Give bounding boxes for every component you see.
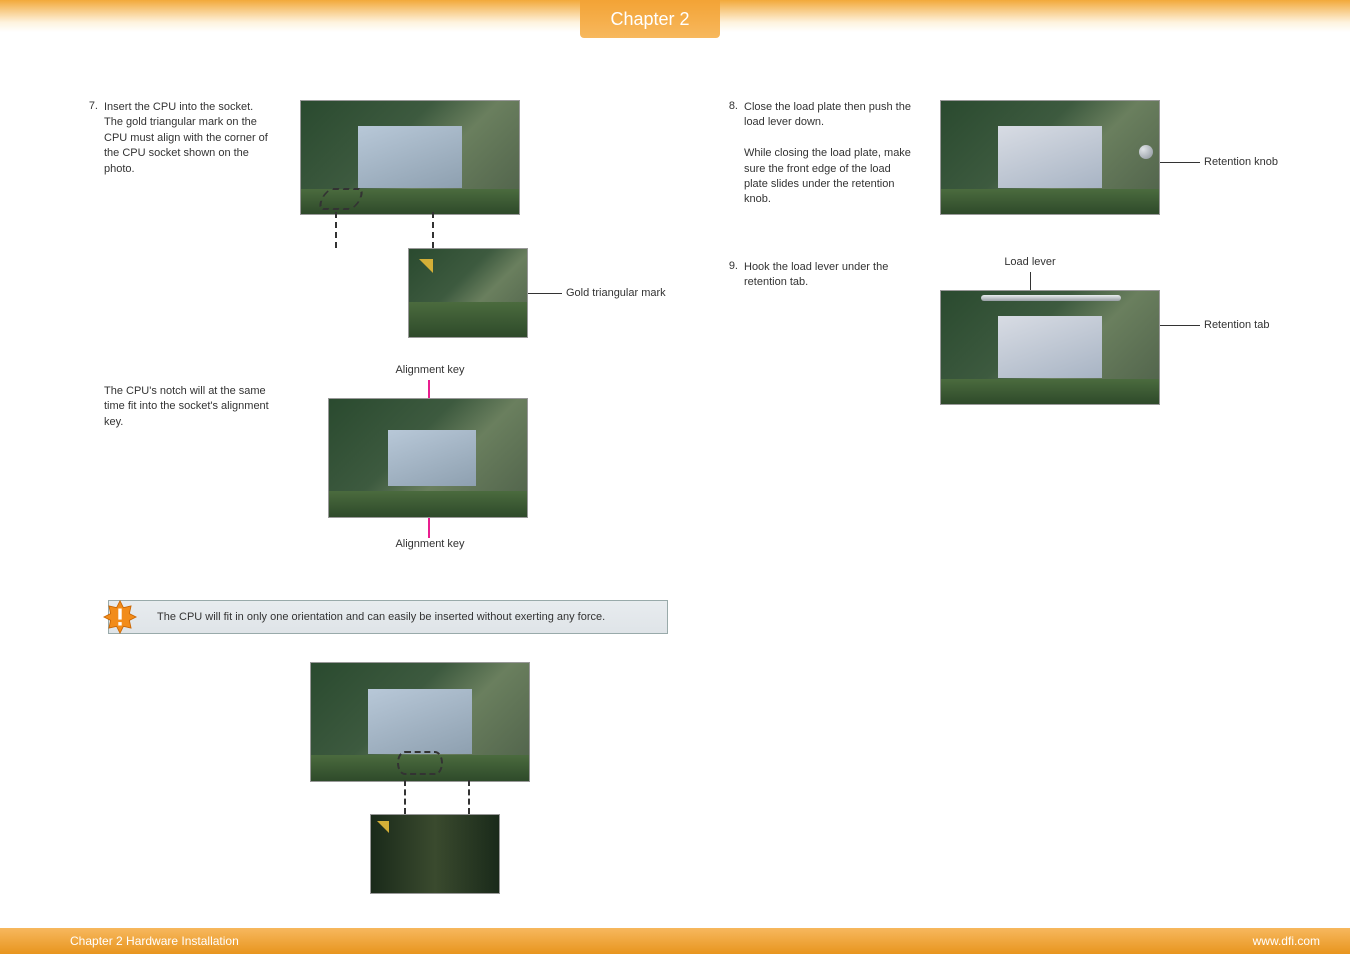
pcb-texture7	[941, 379, 1159, 404]
pcb-texture2	[409, 302, 527, 337]
important-icon	[103, 600, 137, 634]
footer-bar: Chapter 2 Hardware Installation www.dfi.…	[0, 928, 1350, 954]
content-area: 7. Insert the CPU into the socket. The g…	[70, 100, 1280, 900]
final-photo-detail	[370, 814, 500, 894]
important-text: The CPU will fit in only one orientation…	[157, 611, 605, 623]
load-lever	[981, 295, 1121, 301]
step-8-figure: Retention knob	[940, 100, 1310, 215]
final-figure	[310, 662, 570, 912]
cpu-chip2	[388, 430, 475, 487]
important-wrap: The CPU will fit in only one orientation…	[70, 600, 670, 634]
tab-callout-line	[1160, 325, 1200, 326]
footer-left: Chapter 2 Hardware Installation	[70, 934, 239, 948]
page: Chapter 2 7. Insert the CPU into the soc…	[0, 0, 1350, 954]
knob-callout-line	[1160, 162, 1200, 163]
step-7-photo-detail	[408, 248, 528, 338]
step-7-figure: Gold triangular mark	[300, 100, 670, 215]
cpu-chip3	[368, 689, 473, 754]
pcb-texture6	[941, 189, 1159, 214]
retention-knob-label: Retention knob	[1204, 156, 1278, 168]
retention-tab-label: Retention tab	[1204, 319, 1269, 331]
step-8: 8. Close the load plate then push the lo…	[710, 100, 1310, 250]
chapter-tab-label: Chapter 2	[610, 9, 689, 30]
step-7-text: Insert the CPU into the socket. The gold…	[104, 100, 274, 177]
callout-dash-r	[432, 212, 434, 248]
pink-line-top	[428, 380, 430, 400]
align-key-top-label: Alignment key	[300, 364, 560, 376]
retention-knob	[1139, 145, 1153, 159]
load-plate	[998, 126, 1103, 188]
callout-dash-l	[335, 212, 337, 248]
align-key-bottom-label: Alignment key	[300, 538, 560, 550]
right-column: 8. Close the load plate then push the lo…	[710, 100, 1310, 440]
load-lever-label: Load lever	[920, 256, 1140, 268]
step-9: 9. Hook the load lever under the retenti…	[710, 260, 1310, 440]
left-column: 7. Insert the CPU into the socket. The g…	[70, 100, 670, 912]
step-7-sub: The CPU's notch will at the same time fi…	[70, 370, 670, 570]
step-9-text: Hook the load lever under the retention …	[744, 260, 914, 291]
chapter-tab: Chapter 2	[580, 0, 720, 38]
final-dash-r	[468, 780, 470, 814]
step-9-number: 9.	[710, 260, 738, 272]
gold-triangle2	[377, 821, 389, 833]
lever-callout-line	[1030, 272, 1031, 292]
pink-line-bottom	[428, 518, 430, 538]
footer-right: www.dfi.com	[1253, 934, 1320, 948]
important-box: The CPU will fit in only one orientation…	[108, 600, 668, 634]
pcb-texture3	[329, 491, 527, 517]
step-7-photo-top	[300, 100, 520, 215]
step-8-text: Close the load plate then push the load …	[744, 100, 914, 208]
step-8-text1: Close the load plate then push the load …	[744, 101, 911, 128]
final-photo-top	[310, 662, 530, 782]
step-8-photo	[940, 100, 1160, 215]
step-7: 7. Insert the CPU into the socket. The g…	[70, 100, 670, 350]
step-8-text2: While closing the load plate, make sure …	[744, 147, 911, 205]
gold-mark-label: Gold triangular mark	[566, 287, 666, 299]
gold-triangle	[419, 259, 433, 273]
step-7-subtext: The CPU's notch will at the same time fi…	[104, 384, 274, 430]
load-plate2	[998, 316, 1103, 378]
cpu-chip	[358, 126, 463, 188]
step-8-number: 8.	[710, 100, 738, 112]
final-dash-l	[404, 780, 406, 814]
step-7-photo-align	[328, 398, 528, 518]
gold-callout-line	[528, 293, 562, 294]
seated-region	[397, 751, 443, 775]
step-7-number: 7.	[70, 100, 98, 112]
pcb-texture5	[371, 815, 499, 893]
step-9-photo	[940, 290, 1160, 405]
